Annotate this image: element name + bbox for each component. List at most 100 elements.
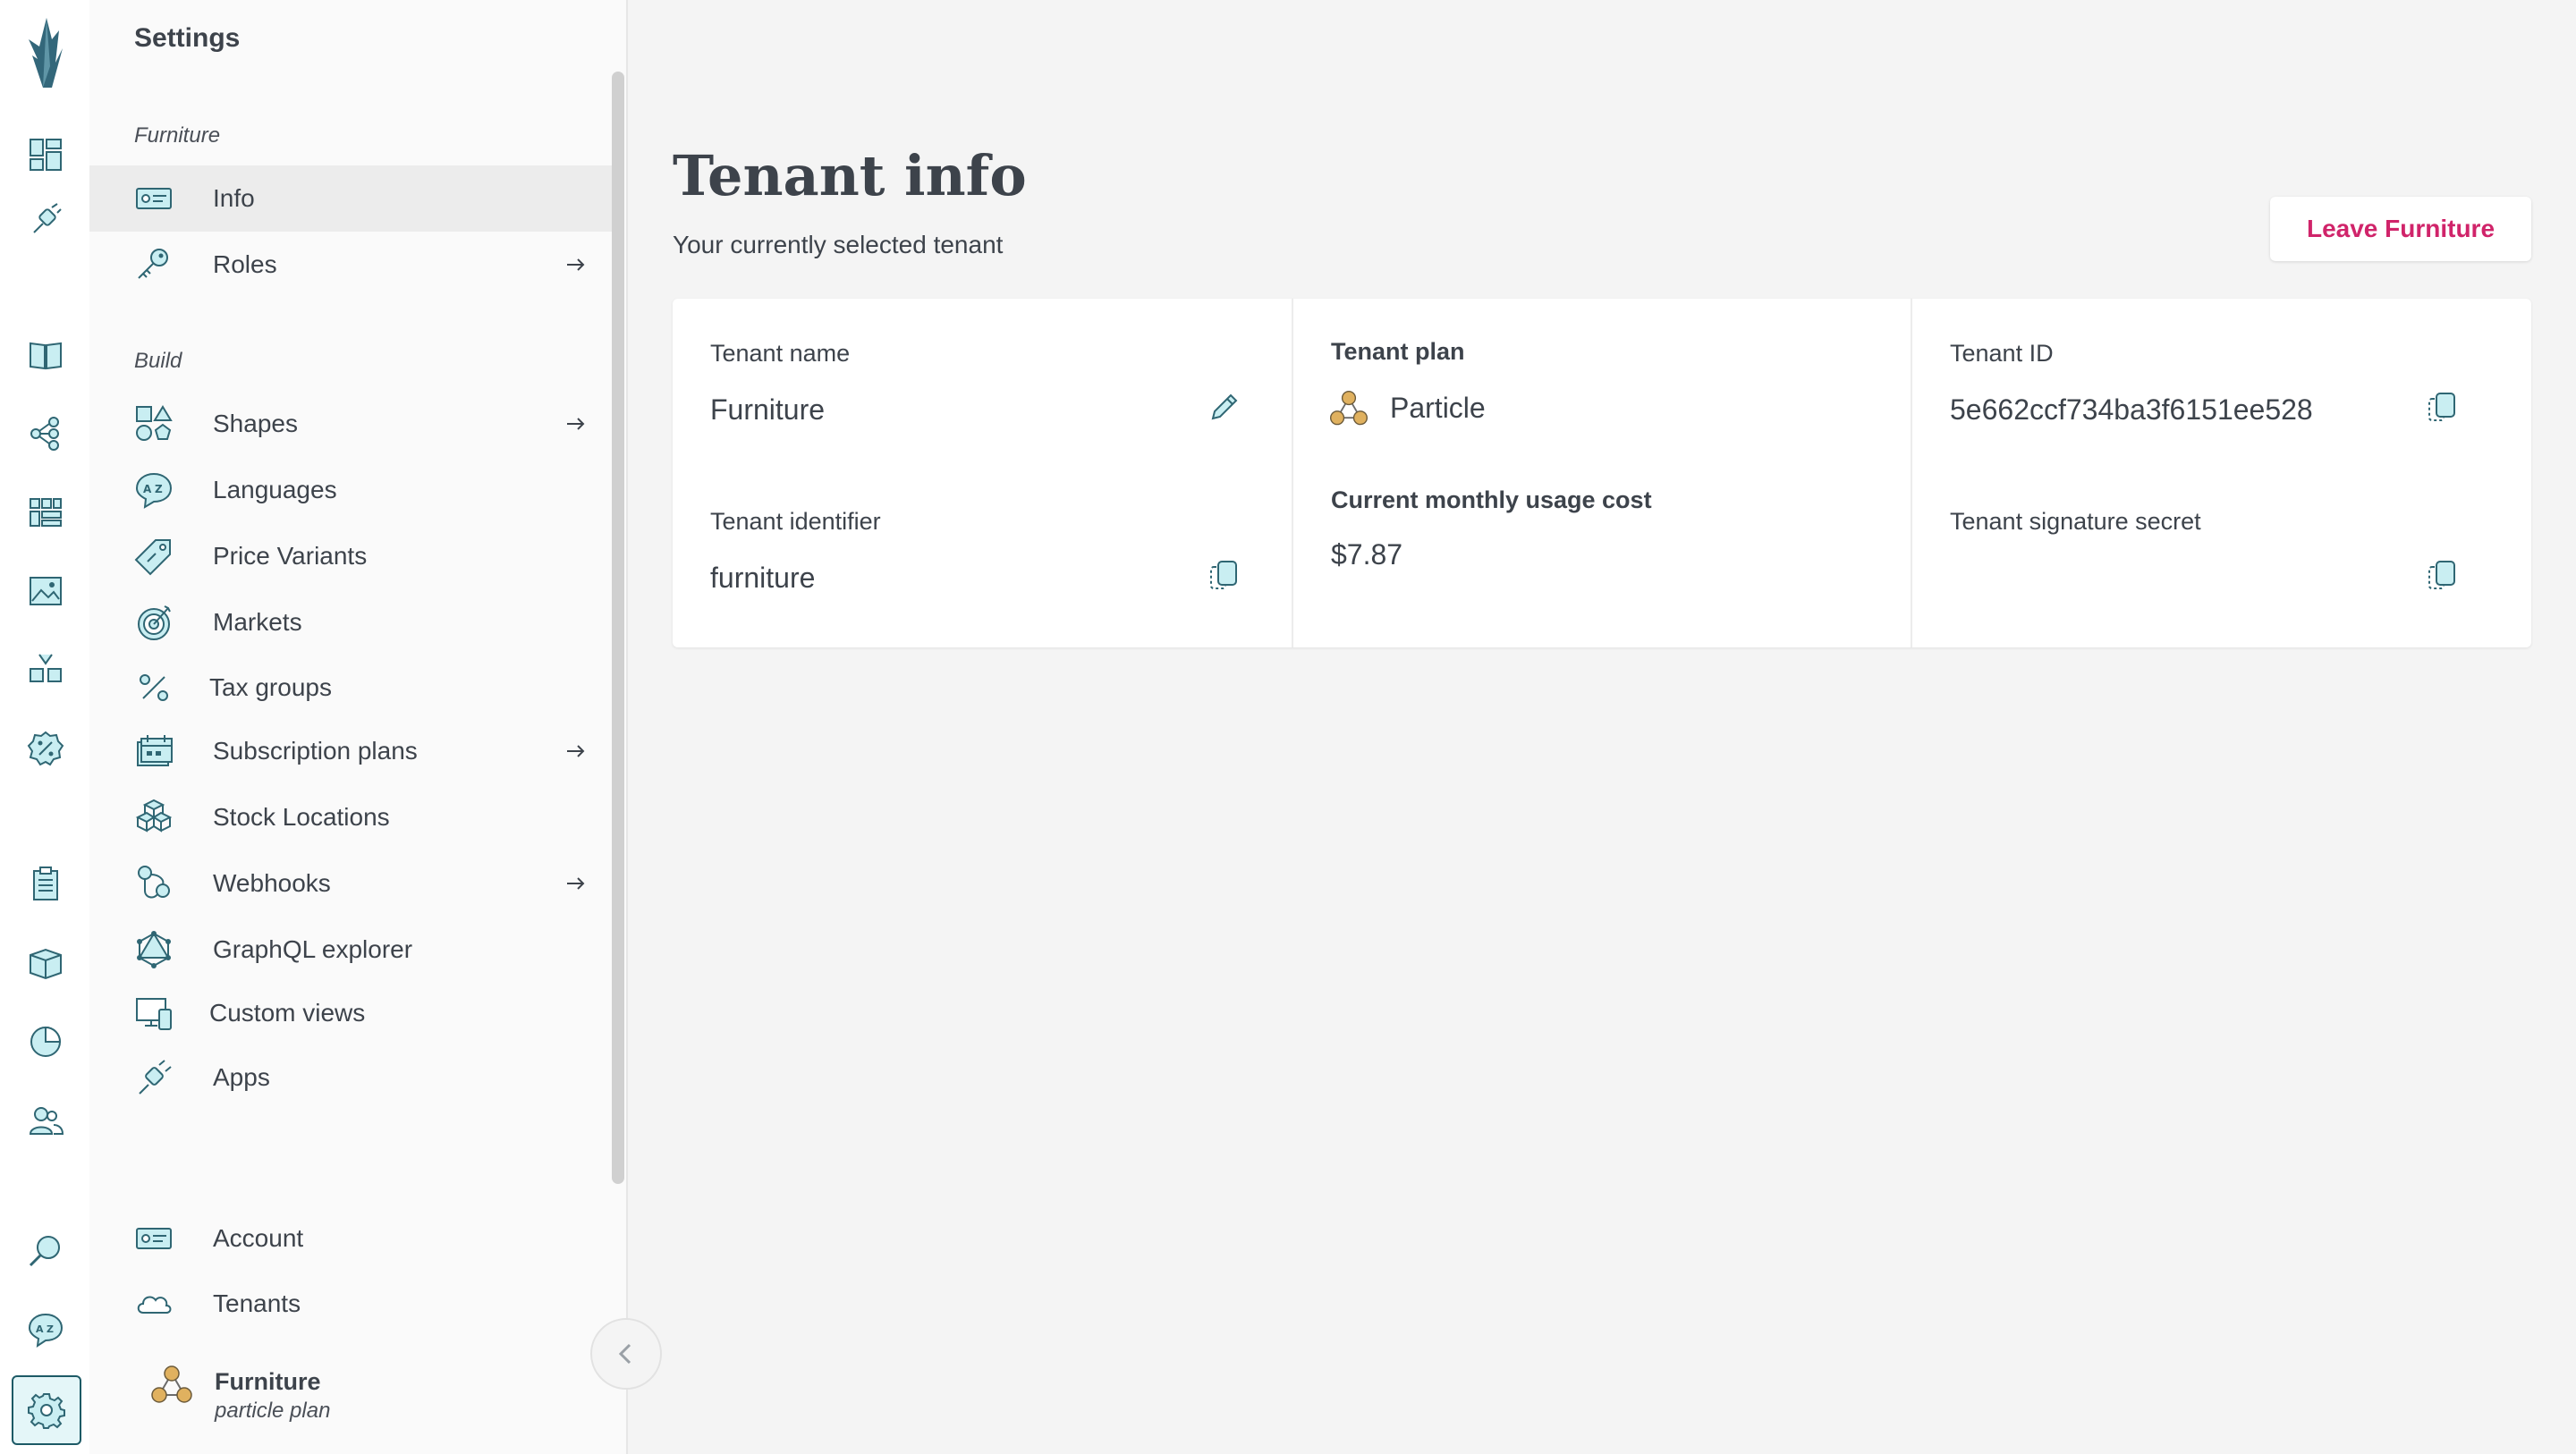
tenant-identifier-value: furniture — [710, 562, 816, 594]
current-tenant[interactable]: Furniture particle plan — [148, 1363, 330, 1423]
tenant-info-card: Tenant name Furniture Tenant identifier … — [673, 299, 2531, 647]
nav-item-account[interactable]: Account — [89, 1205, 612, 1272]
icon-rail: AZ — [0, 0, 89, 1454]
catalogue-book-icon[interactable] — [25, 334, 66, 376]
tenant-name-label: Tenant name — [710, 340, 851, 367]
customers-box-icon[interactable] — [25, 943, 66, 984]
group-label-tenant: Furniture — [134, 123, 221, 148]
nav-item-custom-views[interactable]: Custom views — [89, 980, 612, 1046]
collapse-sidebar-button[interactable] — [590, 1318, 662, 1390]
settings-scrollbar[interactable] — [612, 72, 624, 1184]
nav-item-info[interactable]: Info — [89, 165, 612, 232]
bulk-shapes-icon[interactable] — [25, 649, 66, 690]
nav-item-label: Apps — [213, 1063, 270, 1091]
users-icon[interactable] — [25, 1100, 66, 1141]
topics-tree-icon[interactable] — [25, 413, 66, 454]
nav-item-roles[interactable]: Roles — [89, 232, 612, 298]
id-card-icon — [134, 1219, 174, 1258]
current-tenant-name: Furniture — [215, 1368, 321, 1395]
nav-item-shapes[interactable]: Shapes — [89, 391, 612, 457]
grids-icon[interactable] — [25, 492, 66, 533]
particle-plan-icon — [151, 1365, 192, 1403]
nav-item-label: Tenants — [213, 1289, 301, 1317]
arrow-right-icon — [562, 410, 589, 437]
nav-item-tax-groups[interactable]: Tax groups — [89, 655, 612, 721]
nav-item-stock-locations[interactable]: Stock Locations — [89, 784, 612, 850]
nav-item-label: Tax groups — [209, 673, 332, 701]
usage-cost-value: $7.87 — [1331, 538, 1403, 571]
nav-item-label: GraphQL explorer — [213, 935, 413, 963]
nav-item-label: Subscription plans — [213, 737, 418, 765]
particle-plan-icon — [1330, 391, 1368, 426]
tenant-id-value: 5e662ccf734ba3f6151ee528 — [1950, 393, 2313, 426]
tenant-id-column: Tenant ID 5e662ccf734ba3f6151ee528 Tenan… — [1911, 299, 2531, 647]
tenant-plan-column: Tenant plan Particle Current monthly usa… — [1292, 299, 1912, 647]
dashboard-icon[interactable] — [25, 134, 66, 175]
settings-panel: Settings Furniture Info Roles Build Shap… — [89, 0, 628, 1454]
nav-item-graphql-explorer[interactable]: GraphQL explorer — [89, 917, 612, 983]
webhook-icon — [134, 864, 174, 903]
nav-item-label: Price Variants — [213, 542, 368, 570]
id-card-icon — [134, 179, 174, 218]
usage-cost-label: Current monthly usage cost — [1331, 486, 1652, 513]
svg-text:A: A — [36, 1323, 44, 1335]
nav-item-label: Account — [213, 1224, 304, 1252]
svg-text:Z: Z — [47, 1323, 54, 1335]
nav-item-label: Stock Locations — [213, 803, 390, 831]
key-icon — [134, 245, 174, 284]
arrow-right-icon — [562, 251, 589, 278]
current-tenant-plan: particle plan — [215, 1399, 331, 1423]
discounts-percent-icon[interactable] — [25, 728, 66, 769]
calendar-stack-icon — [134, 731, 174, 771]
tenant-name-value: Furniture — [710, 393, 826, 426]
plug-icon — [134, 1058, 174, 1097]
languages-icon: AZ — [134, 470, 174, 510]
settings-title: Settings — [134, 23, 241, 53]
nav-item-label: Custom views — [209, 999, 366, 1027]
settings-gear-icon[interactable] — [12, 1375, 81, 1445]
svg-text:A: A — [143, 483, 152, 495]
nav-item-label: Markets — [213, 608, 302, 636]
percent-icon — [134, 668, 174, 707]
copy-tenant-id-icon[interactable] — [2422, 388, 2462, 427]
media-image-icon[interactable] — [25, 571, 66, 612]
nav-item-label: Languages — [213, 476, 337, 503]
signature-secret-label: Tenant signature secret — [1950, 508, 2201, 535]
usage-chart-icon[interactable] — [25, 1021, 66, 1062]
tenant-id-label: Tenant ID — [1950, 340, 2054, 367]
crystallize-logo-icon[interactable] — [16, 13, 73, 89]
shapes-icon — [134, 404, 174, 444]
target-icon — [134, 603, 174, 642]
nav-item-label: Webhooks — [213, 869, 331, 897]
nav-item-price-variants[interactable]: Price Variants — [89, 523, 612, 589]
graphql-icon — [134, 930, 174, 969]
nav-item-languages[interactable]: AZ Languages — [89, 457, 612, 523]
tenant-identifier-label: Tenant identifier — [710, 508, 881, 535]
leave-tenant-button[interactable]: Leave Furniture — [2270, 197, 2531, 261]
orders-clipboard-icon[interactable] — [25, 864, 66, 905]
arrow-right-icon — [562, 870, 589, 897]
translate-icon[interactable]: AZ — [25, 1309, 66, 1350]
nav-item-subscription-plans[interactable]: Subscription plans — [89, 718, 612, 784]
copy-secret-icon[interactable] — [2422, 556, 2462, 596]
nav-item-apps[interactable]: Apps — [89, 1044, 612, 1111]
svg-text:Z: Z — [155, 483, 163, 495]
tenant-plan-label: Tenant plan — [1331, 338, 1465, 365]
copy-identifier-icon[interactable] — [1204, 556, 1243, 596]
tenant-plan-value: Particle — [1390, 392, 1486, 424]
nav-item-tenants[interactable]: Tenants — [89, 1271, 612, 1337]
price-tag-icon — [134, 537, 174, 576]
cloud-icon — [134, 1284, 174, 1323]
devices-icon — [134, 993, 174, 1033]
edit-pencil-icon[interactable] — [1204, 388, 1243, 427]
arrow-right-icon — [562, 738, 589, 765]
page-subtitle: Your currently selected tenant — [673, 231, 1004, 258]
nav-item-webhooks[interactable]: Webhooks — [89, 850, 612, 917]
tenant-name-column: Tenant name Furniture Tenant identifier … — [673, 299, 1292, 647]
page-title: Tenant info — [673, 143, 1027, 208]
search-icon[interactable] — [25, 1230, 66, 1272]
plug-icon[interactable] — [25, 199, 66, 240]
nav-item-label: Info — [213, 184, 255, 212]
nav-item-markets[interactable]: Markets — [89, 589, 612, 655]
nav-item-label: Roles — [213, 250, 277, 278]
